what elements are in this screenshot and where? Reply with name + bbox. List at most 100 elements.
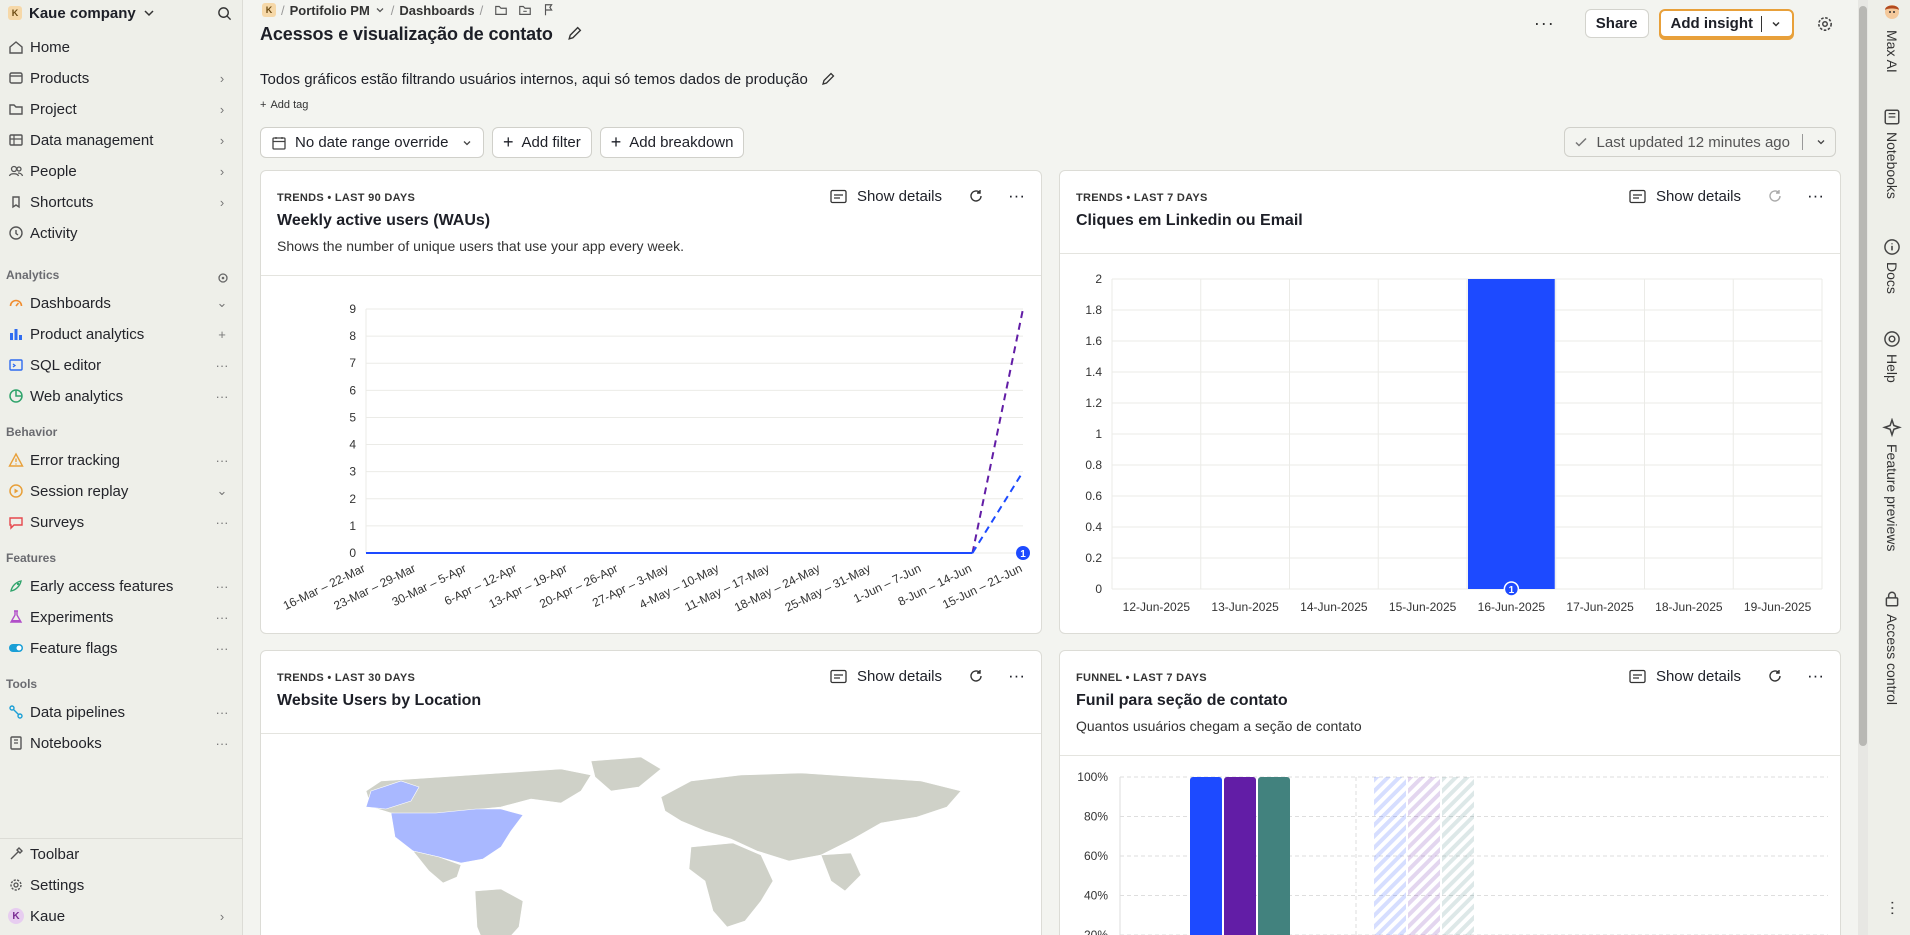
sidebar-item-project[interactable]: Project › [0,95,243,123]
more-icon[interactable]: ··· [213,577,231,595]
refresh-icon[interactable] [1767,188,1783,204]
add-insight-button[interactable]: Add insight [1658,9,1794,38]
more-icon[interactable]: ··· [213,387,231,405]
share-button[interactable]: Share [1584,9,1649,38]
breadcrumb-dashboards[interactable]: Dashboards [399,3,474,18]
scrollbar[interactable] [1858,0,1868,935]
sidebar-item-dashboards[interactable]: Dashboards ⌄ [0,289,243,317]
edit-pencil-icon[interactable] [566,25,583,42]
rail-label: Max AI [1884,30,1900,73]
card-title[interactable]: Cliques em Linkedin ou Email [1076,212,1303,230]
sidebar-item-settings[interactable]: Settings [0,871,243,899]
more-icon[interactable]: ··· [213,703,231,721]
sidebar-item-user[interactable]: K Kaue › [0,902,243,930]
settings-gear-icon[interactable] [1816,15,1834,33]
sidebar-item-data-management[interactable]: Data management › [0,126,243,154]
sidebar-item-data-pipelines[interactable]: Data pipelines ··· [0,698,243,726]
page-title-text: Acessos e visualização de contato [260,24,553,44]
plus-icon[interactable]: + [213,325,231,343]
folder-move-icon[interactable] [518,3,532,17]
more-options-icon[interactable]: ··· [1883,900,1901,916]
page-title[interactable]: Acessos e visualização de contato [260,24,583,45]
date-range-select[interactable]: No date range override [260,127,484,158]
flag-icon[interactable] [542,3,556,17]
rail-item-access-control[interactable]: Access control [1879,590,1905,705]
dashboard-description[interactable]: Todos gráficos estão filtrando usuários … [260,71,836,88]
add-breakdown-button[interactable]: + Add breakdown [599,127,745,158]
section-header-behavior: Behavior [6,425,58,439]
x-tick-label: 18-Jun-2025 [1655,600,1723,614]
more-options-icon[interactable]: ··· [1534,13,1555,34]
plus-icon: + [503,132,514,152]
chevron-down-icon[interactable]: ⌄ [213,294,231,312]
breadcrumb-project[interactable]: Portifolio PM [290,3,370,18]
sidebar-item-activity[interactable]: Activity [0,219,243,247]
show-details-button[interactable]: Show details [1629,188,1741,205]
sidebar-item-sql-editor[interactable]: SQL editor ··· [0,351,243,379]
refresh-icon[interactable] [968,188,984,204]
sidebar-item-feature-flags[interactable]: Feature flags ··· [0,634,243,662]
more-icon[interactable]: ··· [213,451,231,469]
chevron-down-icon[interactable]: ⌄ [213,482,231,500]
more-options-icon[interactable]: ··· [1008,186,1025,206]
sidebar-item-surveys[interactable]: Surveys ··· [0,508,243,536]
sidebar-item-home[interactable]: Home [0,33,243,61]
show-details-button[interactable]: Show details [830,668,942,685]
folder-icon[interactable] [494,3,508,17]
x-tick-label: 11-May – 17-May [682,561,771,614]
more-options-icon[interactable]: ··· [1807,666,1824,686]
add-tag-button[interactable]: + Add tag [260,99,308,111]
more-options-icon[interactable]: ··· [1008,666,1025,686]
sidebar-item-error-tracking[interactable]: Error tracking ··· [0,446,243,474]
survey-icon [9,517,23,530]
chevron-down-icon[interactable] [1815,136,1827,148]
sidebar-item-early-access-features[interactable]: Early access features ··· [0,572,243,600]
more-options-icon[interactable]: ··· [1807,186,1824,206]
chevron-down-icon[interactable] [374,4,386,16]
refresh-icon[interactable] [1767,668,1783,684]
rail-item-docs[interactable]: Docs [1879,238,1905,294]
show-details-button[interactable]: Show details [830,188,942,205]
more-icon[interactable]: ··· [213,734,231,752]
edit-pencil-icon[interactable] [820,71,836,87]
card-kicker: TRENDS • LAST 7 DAYS [1076,192,1208,204]
sidebar-item-people[interactable]: People › [0,157,243,185]
x-tick-label: 15-Jun-2025 [1389,600,1457,614]
sidebar-item-shortcuts[interactable]: Shortcuts › [0,188,243,216]
more-icon[interactable]: ··· [213,608,231,626]
rail-item-feature-previews[interactable]: Feature previews [1879,418,1905,551]
scrollbar-thumb[interactable] [1859,6,1867,746]
rail-item-help[interactable]: Help [1879,330,1905,383]
org-switcher[interactable]: K Kaue company [0,0,243,26]
sidebar-item-web-analytics[interactable]: Web analytics ··· [0,382,243,410]
more-icon[interactable]: ··· [213,639,231,657]
y-tick-label: 7 [349,356,356,370]
y-tick-label: 2 [349,492,356,506]
sidebar-item-label: Activity [30,224,78,242]
y-tick-label: 0.4 [1085,520,1102,534]
x-tick-label: 12-Jun-2025 [1123,600,1191,614]
section-header-tools: Tools [6,677,38,691]
last-updated-button[interactable]: Last updated 12 minutes ago [1563,127,1836,157]
x-tick-label: 17-Jun-2025 [1566,600,1634,614]
sidebar-item-products[interactable]: Products › [0,64,243,92]
search-icon[interactable] [217,6,232,21]
rail-item-max-ai[interactable]: Max AI [1879,2,1905,73]
show-details-button[interactable]: Show details [1629,668,1741,685]
sidebar-item-notebooks[interactable]: Notebooks ··· [0,729,243,757]
more-icon[interactable]: ··· [213,356,231,374]
more-icon[interactable]: ··· [213,513,231,531]
card-title[interactable]: Website Users by Location [277,692,481,710]
rail-item-notebooks[interactable]: Notebooks [1879,108,1905,199]
card-title[interactable]: Funil para seção de contato [1076,692,1288,710]
split-divider [1761,15,1762,32]
add-filter-button[interactable]: + Add filter [492,127,592,158]
settings-icon[interactable] [217,272,229,284]
sidebar-item-experiments[interactable]: Experiments ··· [0,603,243,631]
refresh-icon[interactable] [968,668,984,684]
card-title[interactable]: Weekly active users (WAUs) [277,212,490,230]
chevron-down-icon[interactable] [1770,18,1782,30]
sidebar-item-toolbar[interactable]: Toolbar [0,840,243,868]
sidebar-item-product-analytics[interactable]: Product analytics + [0,320,243,348]
sidebar-item-session-replay[interactable]: Session replay ⌄ [0,477,243,505]
